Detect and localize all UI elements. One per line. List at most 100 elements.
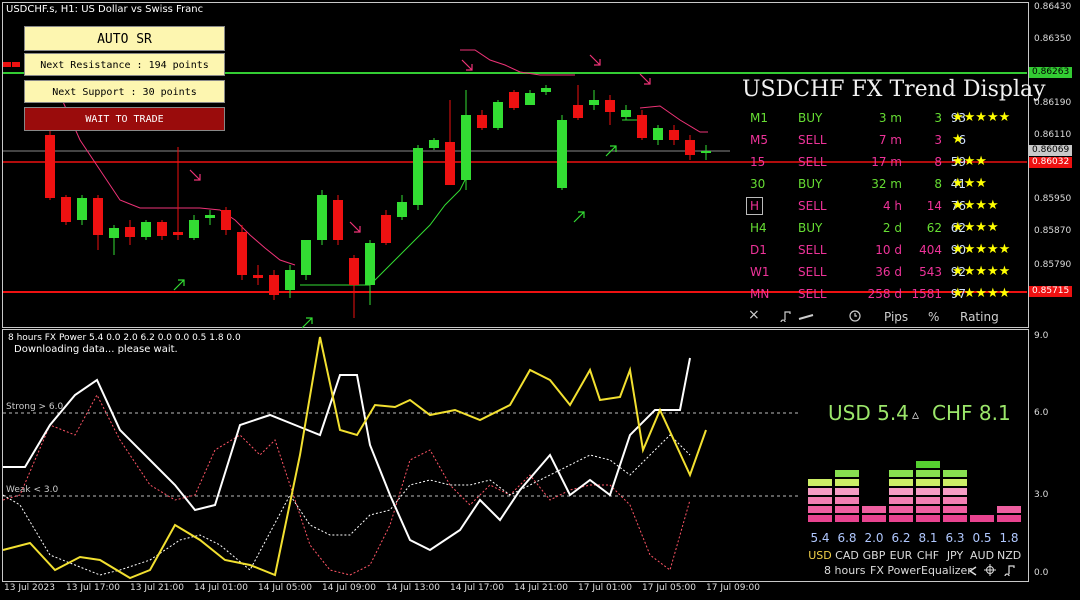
bull-candle: [301, 240, 311, 275]
direction-label: SELL: [798, 155, 827, 169]
currency-strength-value: 6.3: [945, 531, 965, 545]
chf-strength-dashed: [2, 434, 691, 576]
bear-candle: [381, 215, 391, 243]
sell-arrow-icon: [639, 73, 651, 85]
price-label: 0.85950: [1034, 194, 1072, 204]
rating-stars: ★★★★★: [952, 286, 1011, 301]
equalizer-segment: [943, 515, 967, 522]
equalizer-segment: [889, 479, 913, 486]
direction-label: BUY: [798, 221, 823, 235]
trend-display-title: USDCHF FX Trend Display: [742, 77, 1046, 102]
bull-candle: [461, 115, 471, 180]
currency-name: GBP: [862, 549, 886, 562]
current-price-tag: 0.86069: [1029, 145, 1073, 156]
bear-candle: [509, 92, 519, 108]
equalizer-segment: [835, 488, 859, 495]
bull-candle: [701, 151, 711, 153]
dash-icon: [798, 314, 814, 320]
direction-label: SELL: [798, 199, 827, 213]
currency-name: CAD: [835, 549, 859, 562]
equalizer-segment: [835, 515, 859, 522]
sell-arrows: [189, 54, 651, 233]
bear-candle: [349, 258, 359, 285]
arrow-left-icon[interactable]: [968, 566, 978, 576]
scale-label: 9.0: [1034, 331, 1049, 341]
currency-strength-value: 6.8: [837, 531, 857, 545]
rating-stars: ★★★★★: [952, 264, 1011, 279]
usd-strength-value: USD 5.4: [828, 401, 909, 425]
rating-stars: ★★★★★: [952, 110, 1011, 125]
bear-candle: [685, 140, 695, 155]
currency-strength-value: 1.8: [999, 531, 1019, 545]
bear-candle: [45, 135, 55, 198]
equalizer-segment: [862, 515, 886, 522]
pips-header: Pips: [884, 310, 909, 324]
direction-label: SELL: [798, 287, 827, 301]
equalizer-segment: [997, 515, 1021, 522]
equalizer-segment: [862, 506, 886, 513]
equalizer-segment: [808, 479, 832, 486]
bear-candle: [637, 115, 647, 138]
bull-candle: [589, 100, 599, 105]
sell-arrow-icon: [461, 59, 473, 71]
timeframe-label: H: [746, 197, 764, 215]
trend-row: H4 BUY 2 d 62 62 ★★★★: [742, 217, 1028, 239]
usd-strength-line: [3, 357, 691, 552]
clock-icon: [849, 310, 861, 322]
music-note-icon[interactable]: [780, 310, 792, 322]
crosshair-icon[interactable]: [984, 564, 996, 576]
bear-candle: [125, 227, 135, 237]
percent-header: %: [928, 310, 940, 324]
rating-stars: ★★★★: [952, 198, 999, 213]
edge-marker: [3, 62, 11, 67]
trail-line-bear-2: [460, 49, 575, 76]
trend-row: 30 BUY 32 m 8 41 ★★★: [742, 173, 1028, 195]
scale-label: 0.0: [1034, 568, 1049, 578]
bull-candle: [557, 120, 567, 188]
trend-row: M1 BUY 3 m 3 93 ★★★★★: [742, 107, 1028, 129]
equalizer-segment: [916, 497, 940, 504]
currency-strength-value: 0.5: [972, 531, 992, 545]
bear-candle: [669, 130, 679, 140]
equalizer-segment: [916, 479, 940, 486]
direction-label: BUY: [798, 177, 823, 191]
timeframe-label: H4: [750, 221, 767, 235]
bear-candle: [93, 198, 103, 235]
bull-candle: [525, 93, 535, 105]
music-note-icon[interactable]: [1004, 564, 1016, 576]
rating-stars: ★: [952, 132, 964, 147]
bear-candle: [269, 275, 279, 295]
trend-row: MN SELL 258 d 1581 97 ★★★★★: [742, 283, 1028, 305]
usd-strength-dashed: [2, 393, 691, 576]
rating-stars: ★★★: [952, 154, 987, 169]
bear-candle: [253, 275, 263, 278]
bull-candle: [493, 102, 503, 128]
bull-candle: [205, 215, 215, 218]
auto-sr-button[interactable]: AUTO SR: [24, 26, 225, 51]
strength-equalizer: [808, 461, 1021, 522]
currency-name: EUR: [889, 549, 913, 562]
direction-label: BUY: [798, 111, 823, 125]
next-resistance-label: Next Resistance : 194 points: [24, 53, 225, 76]
equalizer-segment: [808, 506, 832, 513]
timeframe-label: MN: [750, 287, 770, 301]
rating-stars: ★★★: [952, 176, 987, 191]
trade-status-badge: WAIT TO TRADE: [24, 107, 225, 131]
price-label: 0.86350: [1034, 34, 1072, 44]
scale-label: 3.0: [1034, 490, 1049, 500]
equalizer-segment: [835, 470, 859, 477]
bear-candle: [477, 115, 487, 128]
equalizer-label[interactable]: Equalizer: [921, 564, 972, 577]
currency-name: CHF: [916, 549, 940, 562]
trend-row: M5 SELL 7 m 3 6 ★: [742, 129, 1028, 151]
timeframe-label: 15: [750, 155, 766, 169]
chf-strength-value: CHF 8.1: [932, 401, 1011, 425]
sell-arrow-icon: [349, 221, 361, 233]
close-icon[interactable]: ×: [748, 307, 760, 323]
rating-header: Rating: [960, 310, 999, 324]
bull-candle: [285, 270, 295, 290]
period-label: 8 hours: [824, 564, 866, 577]
next-support-label: Next Support : 30 points: [24, 80, 225, 103]
equalizer-segment: [835, 506, 859, 513]
bear-candle: [573, 105, 583, 118]
